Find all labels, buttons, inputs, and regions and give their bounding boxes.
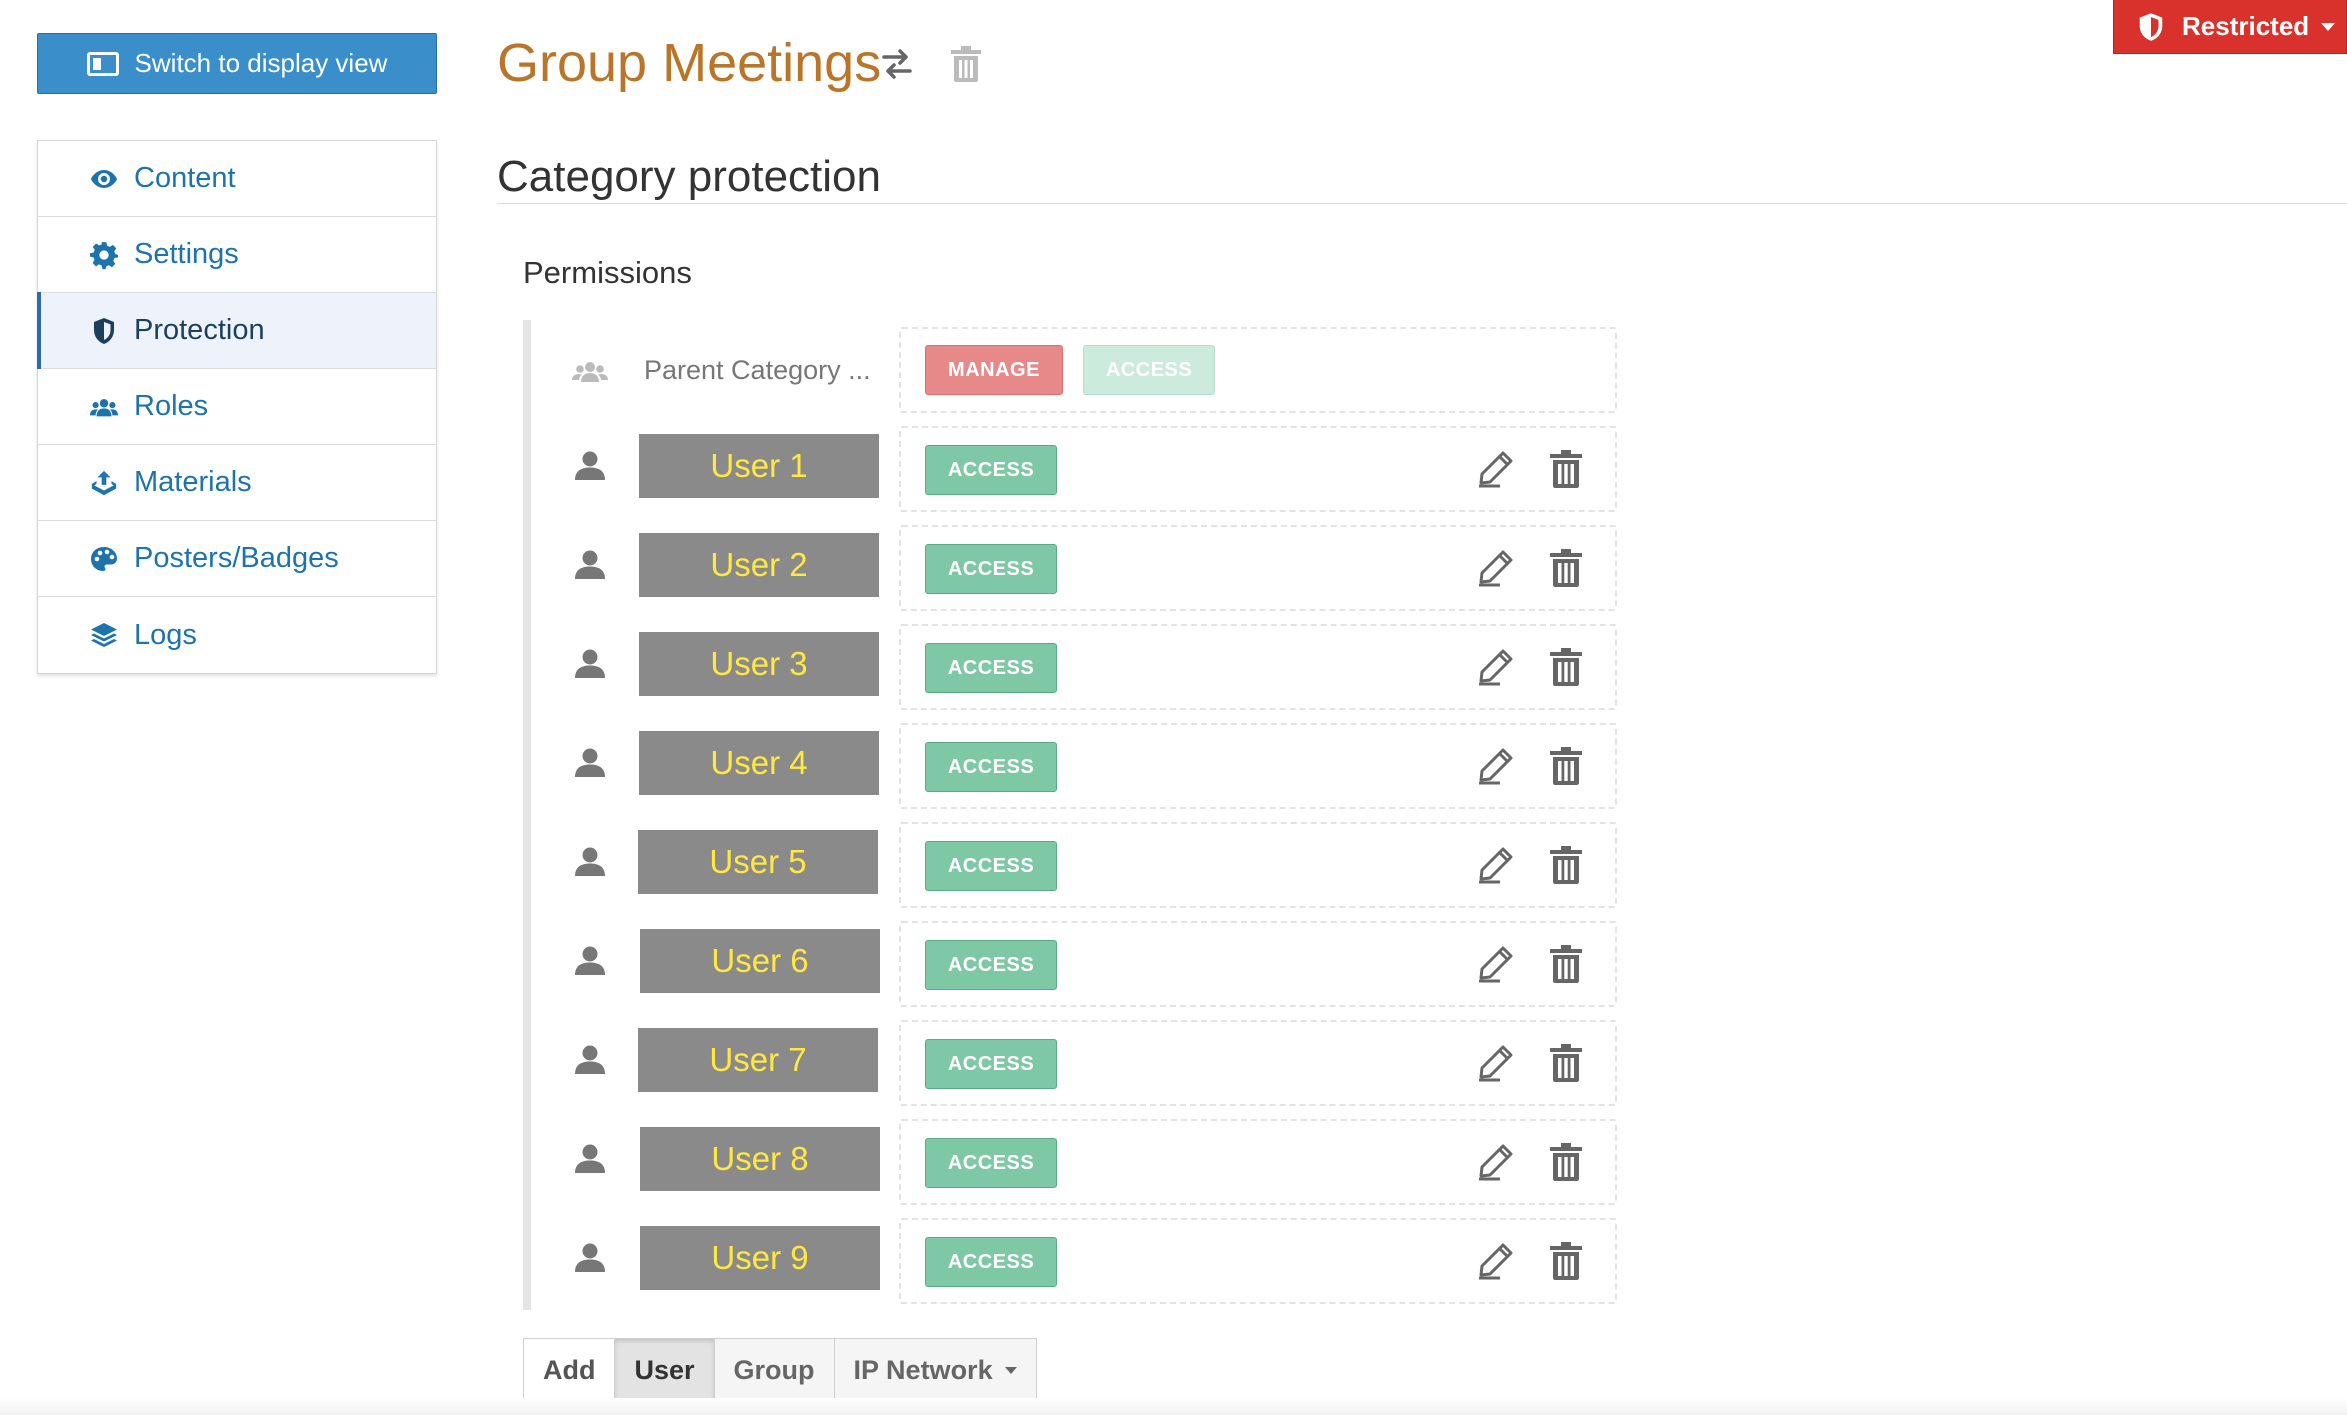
edit-icon[interactable] (1476, 747, 1514, 785)
user-icon (570, 1040, 610, 1080)
sidebar-item-label: Content (134, 162, 236, 194)
sidebar-menu: Content Settings Protection Roles Materi… (37, 140, 437, 674)
edit-icon[interactable] (1476, 450, 1514, 488)
edit-icon[interactable] (1476, 648, 1514, 686)
user-icon (570, 644, 610, 684)
user-icon (570, 842, 610, 882)
page-title: Group Meetings (497, 33, 882, 93)
access-tag[interactable]: ACCESS (1083, 345, 1215, 395)
sidebar-item-logs[interactable]: Logs (38, 597, 436, 673)
user-icon (570, 941, 610, 981)
trash-icon[interactable] (1549, 945, 1583, 983)
group-icon (572, 362, 608, 382)
edit-icon[interactable] (1476, 1242, 1514, 1280)
user-icon (570, 446, 610, 486)
sidebar-item-content[interactable]: Content (38, 141, 436, 217)
trash-icon[interactable] (1549, 747, 1583, 785)
gear-icon (90, 241, 118, 269)
eye-icon (90, 165, 118, 193)
sidebar-item-roles[interactable]: Roles (38, 369, 436, 445)
add-group-button[interactable]: Group (713, 1338, 835, 1402)
sidebar-item-protection[interactable]: Protection (37, 292, 436, 369)
trash-icon[interactable] (1549, 1044, 1583, 1082)
user-name: User 4 (639, 731, 879, 795)
trash-icon[interactable] (950, 46, 982, 82)
user-name: User 3 (639, 632, 879, 696)
chevron-down-icon (2321, 22, 2336, 31)
user-name: User 9 (640, 1226, 880, 1290)
sidebar-item-label: Posters/Badges (134, 542, 339, 574)
upload-icon (90, 469, 118, 497)
sidebar-item-settings[interactable]: Settings (38, 217, 436, 293)
switch-display-view-label: Switch to display view (134, 48, 388, 78)
sidebar-item-label: Settings (134, 238, 239, 270)
access-tag[interactable]: ACCESS (925, 1039, 1057, 1089)
ip-network-label: IP Network (853, 1354, 993, 1385)
edit-icon[interactable] (1476, 549, 1514, 587)
trash-icon[interactable] (1549, 846, 1583, 884)
trash-icon[interactable] (1549, 1242, 1583, 1280)
chevron-down-icon (1004, 1366, 1017, 1374)
user-icon (570, 545, 610, 585)
sidebar-item-label: Logs (134, 618, 197, 651)
access-tag[interactable]: ACCESS (925, 1138, 1057, 1188)
trash-icon[interactable] (1549, 1143, 1583, 1181)
swap-icon[interactable] (880, 48, 914, 80)
user-name: User 1 (639, 434, 879, 498)
access-tag[interactable]: ACCESS (925, 940, 1057, 990)
user-name: User 6 (640, 929, 880, 993)
section-title: Category protection (497, 152, 881, 201)
sidebar-item-posters-badges[interactable]: Posters/Badges (38, 521, 436, 597)
shield-icon (90, 317, 118, 345)
user-name: User 5 (638, 830, 878, 894)
user-name: User 8 (640, 1127, 880, 1191)
edit-icon[interactable] (1476, 846, 1514, 884)
sidebar-item-label: Roles (134, 390, 209, 422)
access-tag[interactable]: ACCESS (925, 742, 1057, 792)
display-icon (86, 51, 119, 76)
restricted-dropdown[interactable]: Restricted (2113, 0, 2347, 54)
permissions-list-rail (523, 320, 531, 1310)
access-tag[interactable]: ACCESS (925, 1237, 1057, 1287)
trash-icon[interactable] (1549, 648, 1583, 686)
user-icon (570, 743, 610, 783)
trash-icon[interactable] (1549, 450, 1583, 488)
user-icon (570, 1238, 610, 1278)
add-label-button[interactable]: Add (523, 1338, 616, 1402)
access-tag[interactable]: ACCESS (925, 544, 1057, 594)
edit-icon[interactable] (1476, 1143, 1514, 1181)
section-divider (497, 203, 2347, 204)
access-tag[interactable]: ACCESS (925, 445, 1057, 495)
restricted-label: Restricted (2182, 11, 2310, 41)
page-bottom-shade (0, 1398, 2347, 1415)
add-ip-network-dropdown[interactable]: IP Network (833, 1338, 1037, 1402)
add-user-button[interactable]: User (614, 1338, 715, 1402)
palette-icon (90, 545, 118, 573)
edit-icon[interactable] (1476, 945, 1514, 983)
user-name: User 2 (639, 533, 879, 597)
access-tag[interactable]: ACCESS (925, 841, 1057, 891)
sidebar-item-materials[interactable]: Materials (38, 445, 436, 521)
parent-category-name: Parent Category ... (644, 355, 871, 385)
sidebar-item-label: Materials (134, 466, 252, 498)
edit-icon[interactable] (1476, 1044, 1514, 1082)
manage-tag[interactable]: MANAGE (925, 345, 1063, 395)
user-name: User 7 (638, 1028, 878, 1092)
users-icon (90, 393, 118, 421)
add-principal-toolbar: Add User Group IP Network (523, 1338, 1037, 1402)
permissions-label: Permissions (523, 255, 692, 290)
switch-display-view-button[interactable]: Switch to display view (37, 33, 437, 94)
access-tag[interactable]: ACCESS (925, 643, 1057, 693)
shield-icon (2139, 12, 2163, 41)
user-icon (570, 1139, 610, 1179)
sidebar-item-label: Protection (134, 314, 265, 346)
layers-icon (90, 621, 118, 649)
trash-icon[interactable] (1549, 549, 1583, 587)
